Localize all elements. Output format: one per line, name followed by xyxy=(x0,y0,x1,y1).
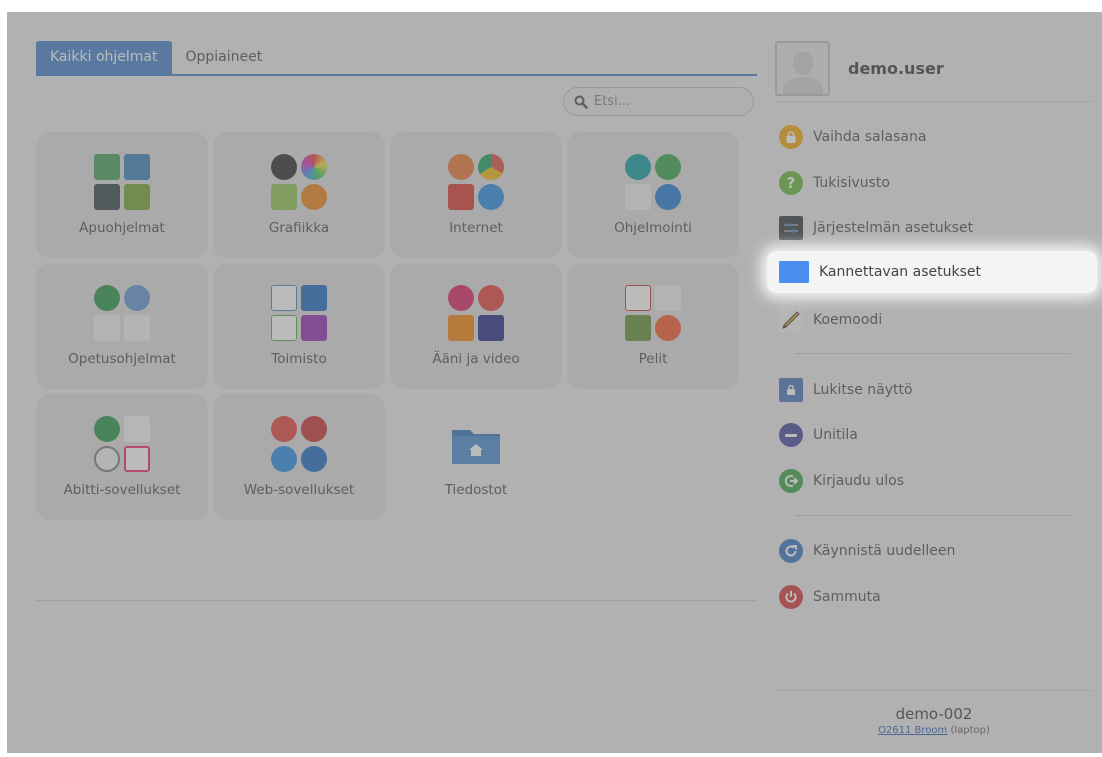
home-folder-icon xyxy=(452,430,500,464)
action-label: Järjestelmän asetukset xyxy=(813,220,974,236)
shutdown-button[interactable]: Sammuta xyxy=(779,581,1079,613)
action-label: Lukitse näyttö xyxy=(813,382,913,398)
category-label: Grafiikka xyxy=(268,220,330,236)
category-grafiikka[interactable]: Grafiikka xyxy=(213,132,385,258)
location-suffix: (laptop) xyxy=(947,725,990,736)
user-header: demo.user xyxy=(775,36,1093,102)
change-password-button[interactable]: Vaihda salasana xyxy=(779,121,1079,153)
office-icon xyxy=(271,285,327,341)
category-label: Opetusohjelmat xyxy=(68,351,176,367)
help-icon: ? xyxy=(779,171,803,195)
device-location: O2611 Broom (laptop) xyxy=(775,725,1093,736)
location-link[interactable]: O2611 Broom xyxy=(878,725,947,736)
tab-bar: Kaikki ohjelmat Oppiaineet xyxy=(36,41,757,76)
utilities-icon xyxy=(94,154,150,210)
username: demo.user xyxy=(848,59,944,78)
programming-icon xyxy=(625,154,681,210)
category-apuohjelmat[interactable]: Apuohjelmat xyxy=(36,132,208,258)
laptop-settings-icon xyxy=(779,261,809,283)
laptop-settings-button[interactable]: Kannettavan asetukset xyxy=(767,251,1097,293)
logout-icon xyxy=(779,469,803,493)
action-label: Kirjaudu ulos xyxy=(813,473,904,489)
tab-subjects[interactable]: Oppiaineet xyxy=(172,41,277,74)
graphics-icon xyxy=(271,154,327,210)
audio-video-icon xyxy=(448,285,504,341)
tab-all-programs[interactable]: Kaikki ohjelmat xyxy=(36,41,172,74)
category-label: Abitti-sovellukset xyxy=(63,482,181,498)
category-label: Pelit xyxy=(638,351,668,367)
category-label: Toimisto xyxy=(271,351,327,367)
action-label: Tukisivusto xyxy=(813,175,890,191)
search-input[interactable] xyxy=(594,94,744,109)
action-label: Käynnistä uudelleen xyxy=(813,543,956,559)
lock-screen-button[interactable]: Lukitse näyttö xyxy=(779,374,1079,406)
category-opetusohjelmat[interactable]: Opetusohjelmat xyxy=(36,263,208,389)
category-toimisto[interactable]: Toimisto xyxy=(213,263,385,389)
internet-icon xyxy=(448,154,504,210)
category-label: Ohjelmointi xyxy=(614,220,692,236)
divider xyxy=(795,353,1070,354)
pencil-icon xyxy=(779,308,803,332)
action-label: Unitila xyxy=(813,427,858,443)
avatar xyxy=(775,41,830,96)
category-tiedostot[interactable]: Tiedostot xyxy=(390,394,562,520)
category-pelit[interactable]: Pelit xyxy=(567,263,739,389)
restart-button[interactable]: Käynnistä uudelleen xyxy=(779,535,1079,567)
restart-icon xyxy=(779,539,803,563)
divider xyxy=(36,600,757,601)
hostname: demo-002 xyxy=(895,705,973,723)
lock-screen-icon xyxy=(779,378,803,402)
settings-sliders-icon xyxy=(779,216,803,240)
exam-mode-button[interactable]: Koemoodi xyxy=(779,304,1079,336)
search-box[interactable] xyxy=(563,87,754,116)
category-internet[interactable]: Internet xyxy=(390,132,562,258)
action-label: Koemoodi xyxy=(813,312,883,328)
category-label: Internet xyxy=(449,220,503,236)
logout-button[interactable]: Kirjaudu ulos xyxy=(779,465,1079,497)
category-ohjelmointi[interactable]: Ohjelmointi xyxy=(567,132,739,258)
sleep-button[interactable]: Unitila xyxy=(779,419,1079,451)
category-label: Tiedostot xyxy=(444,482,508,498)
education-icon xyxy=(94,285,150,341)
category-label: Apuohjelmat xyxy=(79,220,165,236)
support-site-button[interactable]: ? Tukisivusto xyxy=(779,167,1079,199)
web-apps-icon xyxy=(271,416,327,472)
action-label: Kannettavan asetukset xyxy=(819,264,981,280)
sleep-icon xyxy=(779,423,803,447)
search-icon xyxy=(574,95,588,109)
category-web-sovellukset[interactable]: Web-sovellukset xyxy=(213,394,385,520)
category-label: Ääni ja video xyxy=(432,351,520,367)
category-label: Web-sovellukset xyxy=(243,482,355,498)
category-aani-ja-video[interactable]: Ääni ja video xyxy=(390,263,562,389)
abitti-apps-icon xyxy=(94,416,150,472)
action-label: Sammuta xyxy=(813,589,881,605)
system-settings-button[interactable]: Järjestelmän asetukset xyxy=(779,212,1079,244)
device-footer: demo-002 O2611 Broom (laptop) xyxy=(775,690,1093,750)
games-icon xyxy=(625,285,681,341)
lock-icon xyxy=(779,125,803,149)
action-label: Vaihda salasana xyxy=(813,129,927,145)
power-icon xyxy=(779,585,803,609)
category-abitti-sovellukset[interactable]: Abitti-sovellukset xyxy=(36,394,208,520)
divider xyxy=(795,515,1070,516)
